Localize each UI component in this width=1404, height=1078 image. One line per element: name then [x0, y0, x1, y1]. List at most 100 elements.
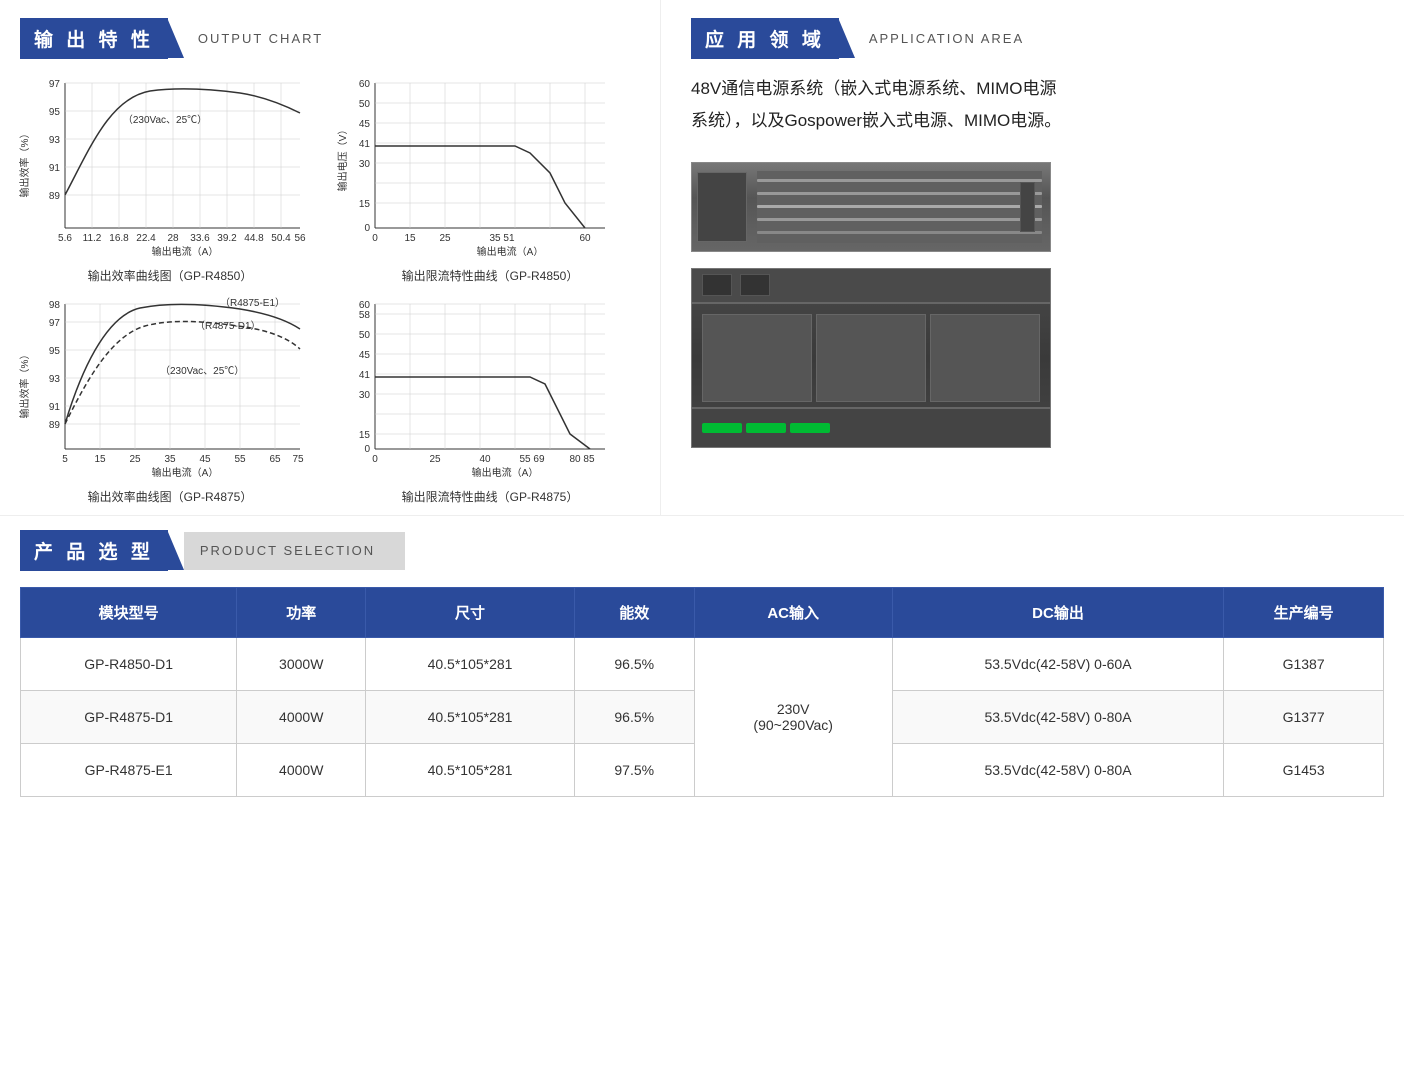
- th-dc-output: DC输出: [892, 588, 1223, 638]
- output-title-zh: 输 出 特 性: [20, 18, 168, 59]
- svg-text:55: 55: [234, 454, 246, 465]
- td-ac-input-merged: 230V(90~290Vac): [694, 638, 892, 797]
- svg-text:30: 30: [359, 159, 371, 170]
- chart2-svg: 60 50 45 41 30 15 0 0 15 25 35 51 60: [340, 73, 610, 263]
- chart1-svg: 97 95 93 91 89 5.6 11.2 16.8 22.4 28 33.…: [20, 73, 310, 263]
- app-title-arrow: [839, 20, 855, 58]
- left-panel: 输 出 特 性 OUTPUT CHART: [0, 0, 660, 515]
- svg-text:98: 98: [49, 300, 61, 311]
- svg-text:输出电流（A）: 输出电流（A）: [472, 466, 539, 479]
- svg-text:30: 30: [359, 390, 371, 401]
- chart3-title: 输出效率曲线图（GP-R4875）: [20, 488, 320, 505]
- td-model-1: GP-R4850-D1: [21, 638, 237, 691]
- chart4-title: 输出限流特性曲线（GP-R4875）: [340, 488, 640, 505]
- td-eff-2: 96.5%: [574, 691, 694, 744]
- td-size-2: 40.5*105*281: [366, 691, 575, 744]
- svg-text:0: 0: [372, 454, 378, 465]
- output-chart-header: 输 出 特 性 OUTPUT CHART: [20, 18, 640, 59]
- td-power-2: 4000W: [237, 691, 366, 744]
- td-dc-3: 53.5Vdc(42-58V) 0-80A: [892, 744, 1223, 797]
- svg-text:（R4875-E1）: （R4875-E1）: [220, 297, 285, 309]
- svg-text:50: 50: [359, 99, 371, 110]
- svg-text:5.6: 5.6: [58, 233, 72, 244]
- th-efficiency: 能效: [574, 588, 694, 638]
- svg-text:45: 45: [359, 119, 371, 130]
- td-pnum-3: G1453: [1224, 744, 1384, 797]
- svg-text:11.2: 11.2: [83, 233, 102, 244]
- svg-text:95: 95: [49, 107, 61, 118]
- chart1-title: 输出效率曲线图（GP-R4850）: [20, 267, 320, 284]
- svg-text:25: 25: [429, 454, 441, 465]
- svg-text:50: 50: [359, 330, 371, 341]
- td-model-3: GP-R4875-E1: [21, 744, 237, 797]
- svg-text:（230Vac、25℃）: （230Vac、25℃）: [160, 365, 244, 377]
- svg-text:35: 35: [164, 454, 176, 465]
- svg-text:44.8: 44.8: [244, 233, 264, 244]
- svg-text:15: 15: [404, 233, 416, 244]
- th-prod-num: 生产编号: [1224, 588, 1384, 638]
- th-power: 功率: [237, 588, 366, 638]
- svg-text:93: 93: [49, 374, 61, 385]
- chart3-container: 98 97 95 93 91 89 5 15 25 35 45 55 65: [20, 294, 320, 505]
- svg-text:55 69: 55 69: [519, 454, 544, 465]
- svg-text:45: 45: [199, 454, 211, 465]
- th-ac-input: AC输入: [694, 588, 892, 638]
- th-size: 尺寸: [366, 588, 575, 638]
- svg-text:97: 97: [49, 318, 61, 329]
- svg-text:58: 58: [359, 310, 371, 321]
- chart4-container: 60 58 50 45 41 30 15 0 0 25 40 55 69 80 …: [340, 294, 640, 505]
- table-row: GP-R4850-D1 3000W 40.5*105*281 96.5% 230…: [21, 638, 1384, 691]
- prod-sel-arrow: [168, 532, 184, 570]
- svg-text:输出电流（A）: 输出电流（A）: [152, 245, 219, 258]
- chart2-title: 输出限流特性曲线（GP-R4850）: [340, 267, 640, 284]
- app-description: 48V通信电源系统（嵌入式电源系统、MIMO电源 系统），以及Gospower嵌…: [691, 73, 1374, 138]
- svg-text:33.6: 33.6: [190, 233, 210, 244]
- svg-text:输出电流（A）: 输出电流（A）: [477, 245, 544, 258]
- td-power-3: 4000W: [237, 744, 366, 797]
- td-dc-1: 53.5Vdc(42-58V) 0-60A: [892, 638, 1223, 691]
- charts-grid: 97 95 93 91 89 5.6 11.2 16.8 22.4 28 33.…: [20, 73, 640, 505]
- chart1-container: 97 95 93 91 89 5.6 11.2 16.8 22.4 28 33.…: [20, 73, 320, 284]
- th-model: 模块型号: [21, 588, 237, 638]
- right-panel: 应 用 领 域 APPLICATION AREA 48V通信电源系统（嵌入式电源…: [660, 0, 1404, 515]
- table-header-row: 模块型号 功率 尺寸 能效 AC输入 DC输出 生产编号: [21, 588, 1384, 638]
- chart4-svg: 60 58 50 45 41 30 15 0 0 25 40 55 69 80 …: [340, 294, 610, 484]
- svg-text:95: 95: [49, 346, 61, 357]
- top-row: 输 出 特 性 OUTPUT CHART: [0, 0, 1404, 515]
- app-area-header: 应 用 领 域 APPLICATION AREA: [691, 18, 1374, 59]
- title-arrow: [168, 20, 184, 58]
- prod-sel-title-zh: 产 品 选 型: [20, 530, 168, 571]
- product-images: [691, 162, 1374, 448]
- td-eff-3: 97.5%: [574, 744, 694, 797]
- rack-chassis-image: [691, 268, 1051, 448]
- svg-text:56: 56: [294, 233, 306, 244]
- svg-text:41: 41: [359, 370, 371, 381]
- svg-text:35 51: 35 51: [489, 233, 514, 244]
- svg-text:输出效率（%）: 输出效率（%）: [18, 129, 31, 198]
- svg-text:65: 65: [269, 454, 281, 465]
- product-sel-header: 产 品 选 型 PRODUCT SELECTION: [20, 530, 1384, 571]
- chart3-svg: 98 97 95 93 91 89 5 15 25 35 45 55 65: [20, 294, 310, 484]
- svg-text:41: 41: [359, 139, 371, 150]
- svg-text:22.4: 22.4: [136, 233, 156, 244]
- prod-sel-title-en: PRODUCT SELECTION: [200, 543, 375, 558]
- td-power-1: 3000W: [237, 638, 366, 691]
- svg-text:91: 91: [49, 163, 61, 174]
- td-eff-1: 96.5%: [574, 638, 694, 691]
- svg-text:93: 93: [49, 135, 61, 146]
- app-title-zh: 应 用 领 域: [691, 18, 839, 59]
- product-selection-section: 产 品 选 型 PRODUCT SELECTION 模块型号 功率 尺寸 能效 …: [0, 515, 1404, 817]
- svg-text:15: 15: [94, 454, 106, 465]
- svg-text:80 85: 80 85: [569, 454, 594, 465]
- svg-text:0: 0: [364, 223, 370, 234]
- svg-text:60: 60: [579, 233, 591, 244]
- svg-text:40: 40: [479, 454, 491, 465]
- svg-text:91: 91: [49, 402, 61, 413]
- svg-text:39.2: 39.2: [217, 233, 237, 244]
- app-text-line2: 系统），以及Gospower嵌入式电源、MIMO电源。: [691, 111, 1061, 130]
- svg-text:75: 75: [292, 454, 304, 465]
- prod-sel-title-en-bg: PRODUCT SELECTION: [184, 532, 405, 570]
- svg-text:输出电压（V）: 输出电压（V）: [336, 125, 349, 192]
- svg-text:（R4875-D1）: （R4875-D1）: [195, 320, 261, 332]
- chart2-container: 60 50 45 41 30 15 0 0 15 25 35 51 60: [340, 73, 640, 284]
